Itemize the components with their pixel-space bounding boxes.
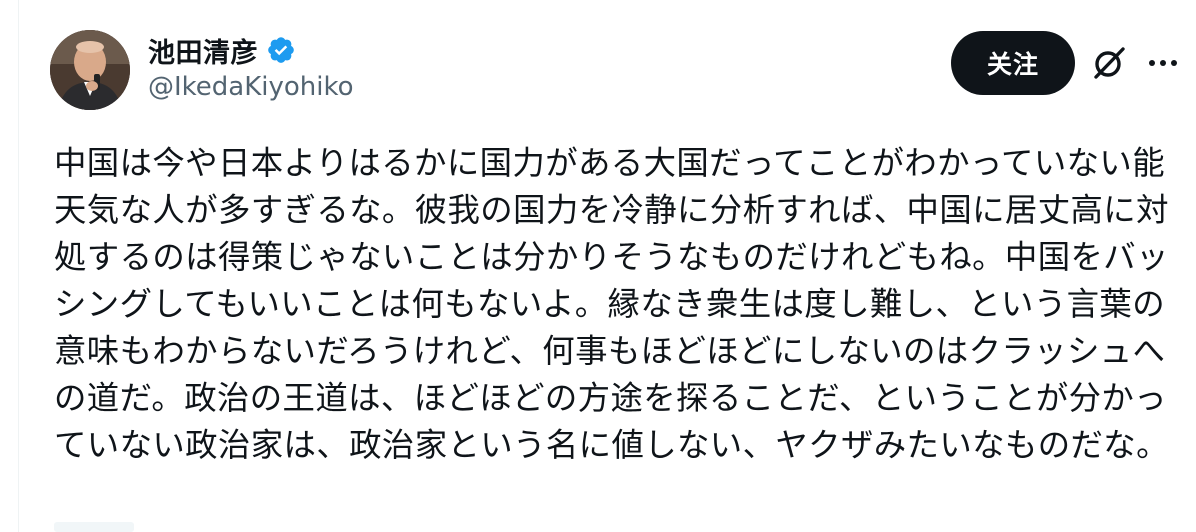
tweet-text: 中国は今や日本よりはるかに国力がある大国だってことがわかっていない能天気な人が多… [54, 144, 1169, 464]
follow-button[interactable]: 关注 [951, 31, 1075, 95]
avatar-image [50, 30, 130, 110]
verified-badge-icon [266, 35, 296, 65]
author-name-row[interactable]: 池田清彦 [148, 30, 296, 70]
author-display-name[interactable]: 池田清彦 [148, 31, 258, 70]
truncated-content-edge [54, 522, 134, 532]
timeline-divider [18, 0, 19, 532]
more-options-icon[interactable] [1146, 46, 1180, 80]
author-handle[interactable]: @IkedaKiyohiko [148, 72, 354, 102]
grok-icon[interactable] [1090, 44, 1128, 82]
avatar[interactable] [50, 30, 130, 110]
